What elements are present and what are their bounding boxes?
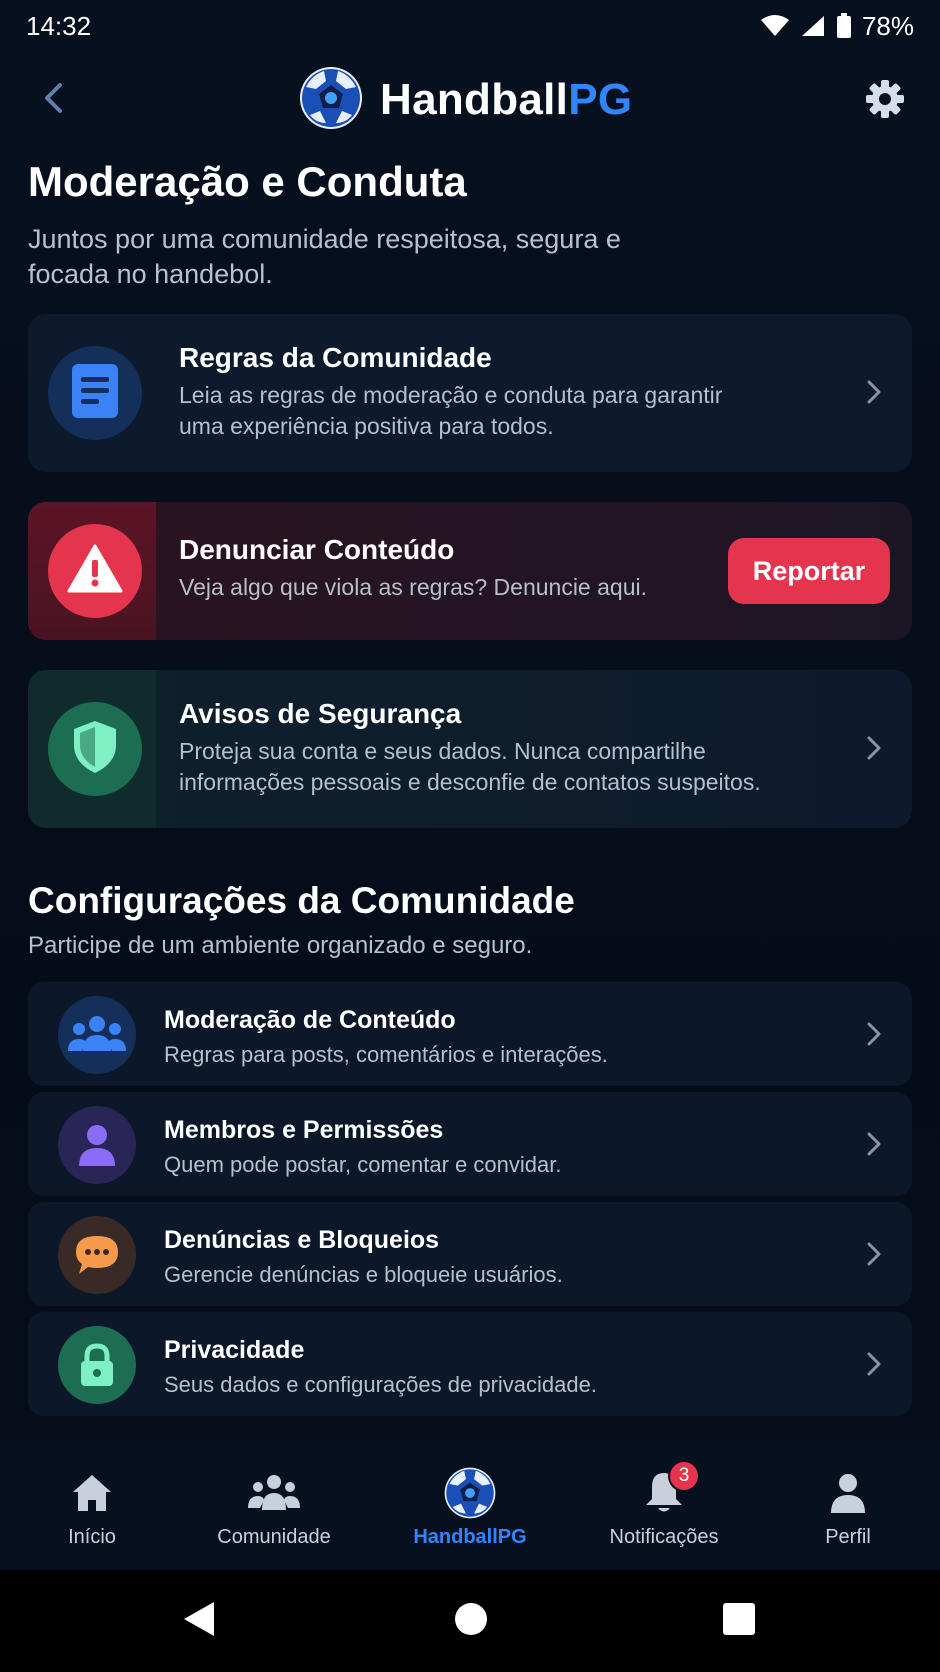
- warning-icon: [67, 544, 123, 599]
- app-screen: 14:32 78% HandballPG Moderação e Conduta…: [0, 0, 940, 1672]
- handball-logo-icon: [298, 65, 364, 136]
- home-icon: [71, 1468, 113, 1518]
- chevron-right-icon: [862, 1022, 886, 1046]
- brand-name: HandballPG: [380, 75, 633, 124]
- nav-notifications[interactable]: 3 Notificações: [574, 1460, 754, 1558]
- system-home-icon[interactable]: [454, 1600, 488, 1643]
- rules-icon-circle: [48, 346, 142, 440]
- person-icon: [58, 1106, 136, 1184]
- page-subtitle: Juntos por uma comunidade respeitosa, se…: [28, 224, 621, 289]
- users-icon: [58, 996, 136, 1074]
- security-card[interactable]: Avisos de Segurança Proteja sua conta e …: [28, 670, 912, 828]
- battery-percent: 78%: [861, 10, 914, 41]
- wifi-icon: [760, 14, 790, 38]
- setting-row-reports-blocks[interactable]: Denúncias e Bloqueios Gerencie denúncias…: [28, 1202, 912, 1306]
- nav-label: Início: [68, 1526, 116, 1548]
- rules-card[interactable]: Regras da Comunidade Leia as regras de m…: [28, 314, 912, 472]
- lock-icon: [58, 1326, 136, 1404]
- profile-icon: [830, 1468, 866, 1518]
- chevron-right-icon: [862, 380, 886, 404]
- setting-row-privacy[interactable]: Privacidade Seus dados e configurações d…: [28, 1312, 912, 1416]
- nav-label: Perfil: [825, 1526, 871, 1548]
- nav-profile[interactable]: Perfil: [758, 1468, 938, 1558]
- bottom-nav: Início Comunidade HandballPG 3 Notificaç…: [0, 1440, 940, 1570]
- setting-title: Moderação de Conteúdo: [164, 1006, 456, 1034]
- signal-icon: [800, 14, 826, 38]
- chevron-right-icon: [862, 1242, 886, 1266]
- shield-icon: [70, 719, 120, 780]
- setting-desc: Quem pode postar, comentar e convidar.: [164, 1152, 562, 1177]
- app-header: HandballPG: [0, 56, 940, 144]
- chevron-left-icon: [42, 82, 66, 119]
- handball-logo-icon: [443, 1467, 497, 1519]
- system-back-icon[interactable]: [182, 1600, 216, 1643]
- nav-label: Notificações: [609, 1526, 719, 1548]
- section-subtitle: Participe de um ambiente organizado e se…: [28, 932, 533, 959]
- chevron-right-icon: [862, 736, 886, 760]
- report-button[interactable]: Reportar: [728, 538, 890, 604]
- report-desc: Veja algo que viola as regras? Denuncie …: [179, 574, 647, 600]
- nav-community[interactable]: Comunidade: [184, 1468, 364, 1558]
- security-desc: Proteja sua conta e seus dados. Nunca co…: [179, 738, 761, 795]
- setting-row-content-moderation[interactable]: Moderação de Conteúdo Regras para posts,…: [28, 982, 912, 1086]
- back-button[interactable]: [30, 76, 78, 124]
- setting-row-members-permissions[interactable]: Membros e Permissões Quem pode postar, c…: [28, 1092, 912, 1196]
- nav-label: HandballPG: [413, 1526, 527, 1548]
- status-time: 14:32: [26, 10, 92, 41]
- system-recents-icon[interactable]: [722, 1600, 756, 1643]
- report-card: Denunciar Conteúdo Veja algo que viola a…: [28, 502, 912, 640]
- gear-icon: [865, 79, 905, 124]
- nav-label: Comunidade: [217, 1526, 331, 1548]
- setting-desc: Seus dados e configurações de privacidad…: [164, 1372, 597, 1397]
- community-icon: [248, 1468, 300, 1518]
- section-title: Configurações da Comunidade: [28, 880, 575, 921]
- status-icons: 78%: [760, 11, 914, 42]
- notification-badge: 3: [668, 1460, 700, 1492]
- setting-desc: Regras para posts, comentários e interaç…: [164, 1042, 608, 1067]
- chevron-right-icon: [862, 1132, 886, 1156]
- rules-desc: Leia as regras de moderação e conduta pa…: [179, 382, 723, 439]
- report-icon-circle: [48, 524, 142, 618]
- status-bar: 14:32 78%: [0, 0, 940, 52]
- nav-handballpg[interactable]: HandballPG: [380, 1467, 560, 1558]
- setting-title: Privacidade: [164, 1336, 305, 1364]
- nav-home[interactable]: Início: [2, 1468, 182, 1558]
- setting-title: Denúncias e Bloqueios: [164, 1226, 440, 1254]
- rules-title: Regras da Comunidade: [179, 342, 492, 373]
- security-title: Avisos de Segurança: [179, 698, 462, 729]
- setting-title: Membros e Permissões: [164, 1116, 444, 1144]
- security-icon-circle: [48, 702, 142, 796]
- report-title: Denunciar Conteúdo: [179, 534, 455, 565]
- system-nav-bar: [0, 1570, 940, 1672]
- document-icon: [72, 363, 118, 423]
- battery-icon: [836, 13, 852, 39]
- bell-icon: 3: [644, 1460, 700, 1518]
- setting-desc: Gerencie denúncias e bloqueie usuários.: [164, 1262, 563, 1287]
- chat-bubble-icon: [58, 1216, 136, 1294]
- brand: HandballPG: [298, 66, 632, 134]
- settings-button[interactable]: [860, 76, 910, 126]
- page-title: Moderação e Conduta: [28, 158, 467, 205]
- chevron-right-icon: [862, 1352, 886, 1376]
